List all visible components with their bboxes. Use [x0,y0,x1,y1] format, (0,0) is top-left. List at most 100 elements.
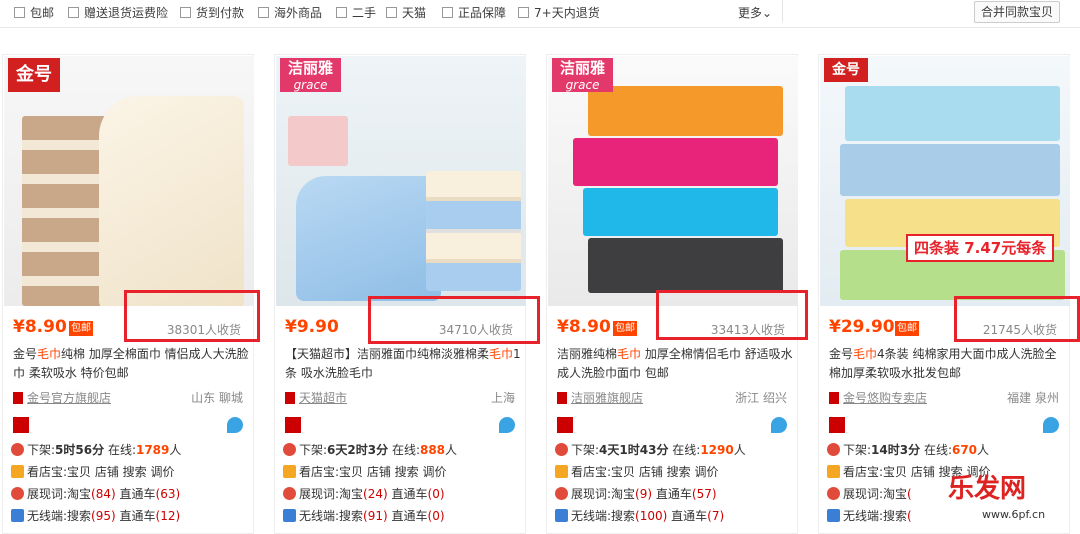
filter-return-insurance[interactable]: 赠送退货运费险 [68,5,168,21]
divider [782,0,783,22]
brand-logo: 洁丽雅 grace [280,58,342,92]
shop-icon [13,392,23,404]
brand-logo: 洁丽雅 grace [552,58,614,92]
product-image[interactable]: 金号 [4,56,254,306]
product-image[interactable]: 四条装 7.47元每条 金号 [820,56,1070,306]
mobile-row[interactable]: 无线端:搜索(100) 直通车(7) [555,507,724,525]
shop-link[interactable]: 金号官方旗舰店 [13,389,111,406]
kandianbao-row[interactable]: 看店宝:宝贝 店铺 搜索 调价 [555,463,719,481]
price: ¥8.90 [13,317,67,337]
chevron-down-icon: ⌄ [762,6,773,20]
person-icon [555,487,568,500]
offshelf-row: 下架:4天1时43分 在线:1290人 [555,441,746,459]
filter-overseas[interactable]: 海外商品 [258,5,322,21]
highlight-box [656,290,808,340]
offshelf-row: 下架:5时56分 在线:1789人 [11,441,181,459]
product-title[interactable]: 金号毛巾纯棉 加厚全棉面巾 情侣成人大洗脸巾 柔软吸水 特价包邮 [13,345,249,383]
product-image[interactable]: 洁丽雅 grace [548,56,798,306]
highlight-box [954,296,1080,342]
brand-logo: 金号 [8,58,60,92]
location: 山东 聊城 [191,391,243,405]
offshelf-row: 下架:6天2时3分 在线:888人 [283,441,457,459]
towel-draped [99,96,244,306]
towel-draped [296,176,441,301]
towel-stack [426,171,521,291]
free-shipping-badge: 包邮 [69,321,93,336]
product-title[interactable]: 洁丽雅纯棉毛巾 加厚全棉情侣毛巾 舒适吸水 成人洗脸巾面巾 包邮 [557,345,793,383]
checkbox[interactable] [336,7,347,18]
filter-second-hand[interactable]: 二手 [336,5,376,21]
merge-same-items-button[interactable]: 合并同款宝贝 [974,1,1060,23]
keywords-row[interactable]: 展现词:淘宝(9) 直通车(57) [555,485,717,503]
shop-link[interactable]: 天猫超市 [285,389,347,406]
shop-icon [557,392,567,404]
shop-icon [829,392,839,404]
wangwang-chat-icon[interactable] [499,417,515,433]
tmall-icon [13,417,29,433]
checkbox[interactable] [442,7,453,18]
keywords-row[interactable]: 展现词:淘宝( [827,485,912,503]
kandianbao-row[interactable]: 看店宝:宝贝 店铺 搜索 调价 [283,463,447,481]
wangwang-chat-icon[interactable] [1043,417,1059,433]
keywords-row[interactable]: 展现词:淘宝(84) 直通车(63) [11,485,180,503]
checkbox[interactable] [68,7,79,18]
mobile-row[interactable]: 无线端:搜索(91) 直通车(0) [283,507,445,525]
checkbox[interactable] [258,7,269,18]
more-filters-button[interactable]: 更多⌄ [738,5,772,21]
filter-cod[interactable]: 货到付款 [180,5,244,21]
shop-icon [285,392,295,404]
wangwang-chat-icon[interactable] [771,417,787,433]
kandianbao-row[interactable]: 看店宝:宝贝 店铺 搜索 调价 [11,463,175,481]
product-title[interactable]: 【天猫超市】洁丽雅面巾纯棉淡雅棉柔毛巾1条 吸水洗脸毛巾 [285,345,521,383]
person-icon [11,487,24,500]
filter-7day-return[interactable]: 7+天内退货 [518,5,600,21]
price: ¥29.90 [829,317,895,337]
location: 福建 泉州 [1007,391,1059,405]
checkbox[interactable] [180,7,191,18]
filter-genuine[interactable]: 正品保障 [442,5,506,21]
filter-free-shipping[interactable]: 包邮 [14,5,54,21]
filter-bar: 包邮 赠送退货运费险 货到付款 海外商品 二手 天猫 正品保障 7+天内退货 更… [0,0,1080,28]
wangwang-chat-icon[interactable] [227,417,243,433]
location: 上海 [490,391,515,405]
filter-tmall[interactable]: 天猫 [386,5,426,21]
highlight-box [368,296,540,344]
product-image[interactable]: 洁丽雅 grace [276,56,526,306]
mail-icon [283,465,296,478]
towel-lightblue [840,144,1060,196]
towel-grey [588,238,783,293]
brand-logo: 金号 [824,58,868,82]
mail-icon [11,465,24,478]
clock-icon [11,443,24,456]
checkbox[interactable] [386,7,397,18]
clock-icon [827,443,840,456]
checkbox[interactable] [518,7,529,18]
watermark-url: www.6pf.cn [982,508,1046,521]
mobile-row[interactable]: 无线端:搜索(95) 直通车(12) [11,507,180,525]
price: ¥8.90 [557,317,611,337]
shop-link[interactable]: 金号悠购专卖店 [829,389,927,406]
towel-blue [583,188,778,236]
keywords-row[interactable]: 展现词:淘宝(24) 直通车(0) [283,485,445,503]
phone-icon [827,509,840,522]
shop-link[interactable]: 洁丽雅旗舰店 [557,389,643,406]
mobile-row[interactable]: 无线端:搜索( [827,507,912,525]
towel-orange [588,86,783,136]
highlight-box [124,290,260,342]
tmall-icon [285,417,301,433]
location: 浙江 绍兴 [735,391,787,405]
clock-icon [283,443,296,456]
promo-badge: 四条装 7.47元每条 [906,234,1055,262]
free-shipping-badge: 包邮 [895,321,919,336]
product-card[interactable]: 四条装 7.47元每条 金号 ¥29.90 包邮 21745人收货 金号毛巾4条… [818,54,1070,534]
mail-icon [827,465,840,478]
product-title[interactable]: 金号毛巾4条装 纯棉家用大面巾成人洗脸全棉加厚柔软吸水批发包邮 [829,345,1065,383]
price: ¥9.90 [285,317,339,337]
watermark-logo: 乐发网 [948,474,1027,504]
tmall-icon [829,417,845,433]
person-icon [827,487,840,500]
mail-icon [555,465,568,478]
towel-pink [573,138,778,186]
product-card[interactable]: 洁丽雅 grace ¥9.90 34710人收货 【天猫超市】洁丽雅面巾纯棉淡雅棉… [274,54,526,534]
checkbox[interactable] [14,7,25,18]
